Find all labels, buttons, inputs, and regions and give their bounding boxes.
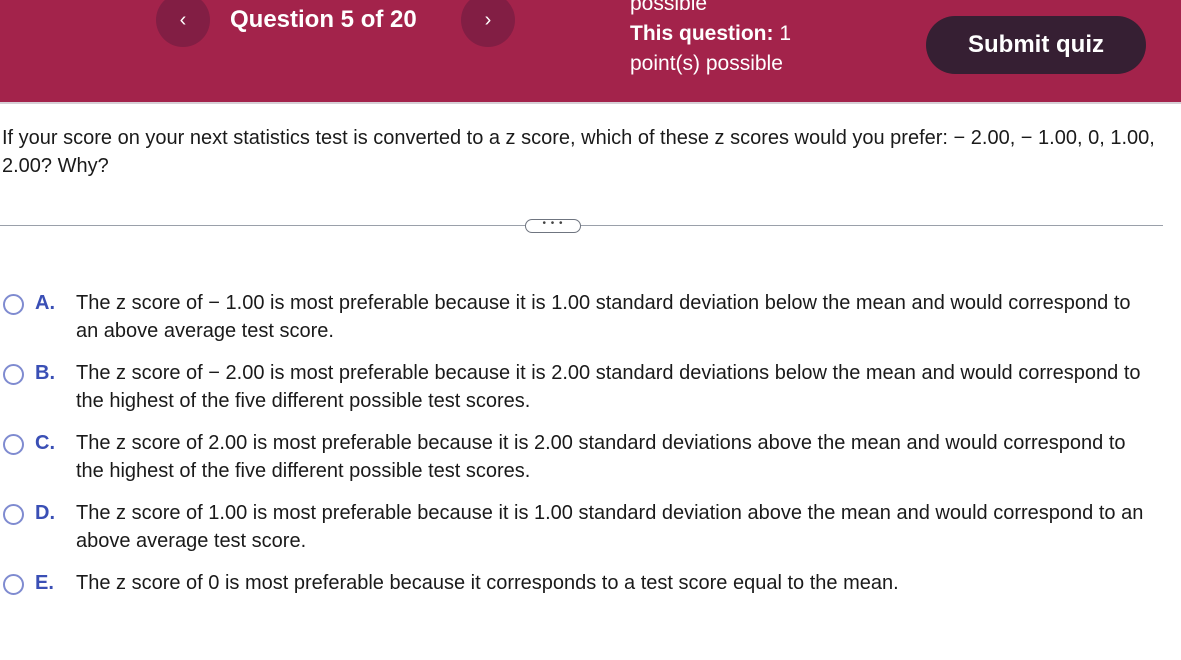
divider bbox=[0, 225, 1163, 226]
points-previous-tail: possible bbox=[630, 0, 708, 15]
radio-button[interactable] bbox=[3, 574, 24, 595]
radio-button[interactable] bbox=[3, 364, 24, 385]
points-suffix: point(s) possible bbox=[630, 52, 783, 75]
question-text: If your score on your next statistics te… bbox=[2, 127, 1155, 177]
submit-quiz-button[interactable]: Submit quiz bbox=[926, 16, 1146, 74]
option-text: The z score of − 2.00 is most preferable… bbox=[76, 362, 1141, 412]
question-counter: Question 5 of 20 bbox=[230, 6, 417, 33]
option-text: The z score of 2.00 is most preferable b… bbox=[76, 432, 1126, 482]
option-letter: E. bbox=[35, 572, 54, 594]
option-text: The z score of − 1.00 is most preferable… bbox=[76, 292, 1131, 342]
points-value: 1 bbox=[779, 22, 792, 45]
option-letter: C. bbox=[35, 432, 55, 454]
option-letter: D. bbox=[35, 502, 55, 524]
points-label: This question: bbox=[630, 22, 774, 45]
option-text: The z score of 0 is most preferable beca… bbox=[76, 572, 899, 594]
previous-question-button[interactable]: ‹ bbox=[156, 0, 210, 47]
next-question-button[interactable]: › bbox=[461, 0, 515, 47]
radio-button[interactable] bbox=[3, 294, 24, 315]
chevron-left-icon: ‹ bbox=[179, 8, 187, 31]
radio-button[interactable] bbox=[3, 434, 24, 455]
option-letter: A. bbox=[35, 292, 55, 314]
quiz-header: ‹ Question 5 of 20 › possible This quest… bbox=[0, 0, 1181, 104]
option-letter: B. bbox=[35, 362, 55, 384]
option-text: The z score of 1.00 is most preferable b… bbox=[76, 502, 1144, 552]
radio-button[interactable] bbox=[3, 504, 24, 525]
chevron-right-icon: › bbox=[484, 8, 492, 31]
more-options-button[interactable]: • • • bbox=[525, 219, 581, 233]
